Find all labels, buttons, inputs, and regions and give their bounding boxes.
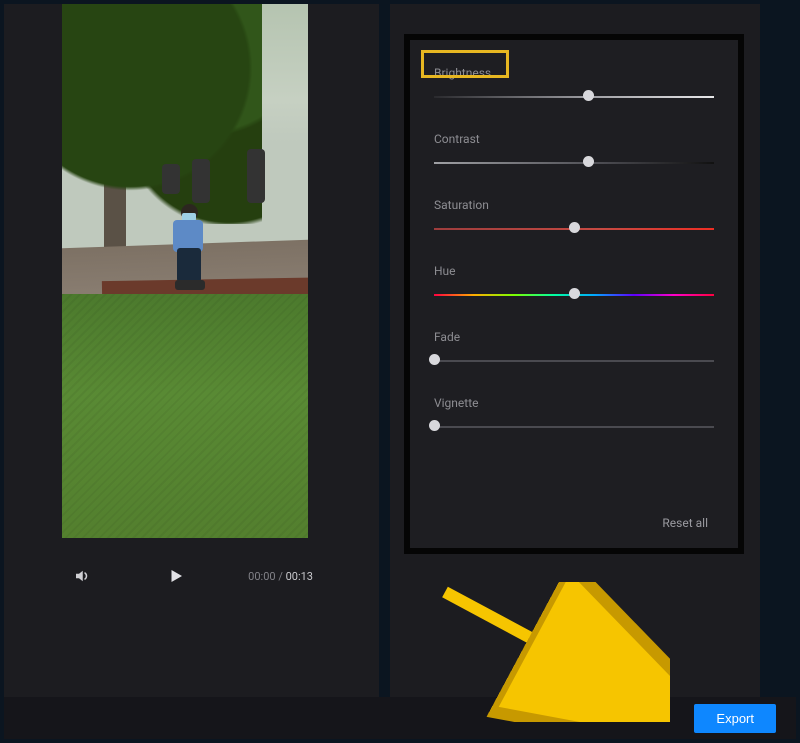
preview-panel: 00:00 / 00:13 xyxy=(4,4,379,697)
brightness-track xyxy=(434,96,714,98)
speaker-icon[interactable] xyxy=(70,564,94,588)
saturation-knob[interactable] xyxy=(569,222,580,233)
contrast-label: Contrast xyxy=(434,132,480,146)
vignette-slider[interactable] xyxy=(434,424,714,430)
player-controls: 00:00 / 00:13 xyxy=(62,564,321,588)
vignette-label: Vignette xyxy=(434,396,479,410)
brightness-knob[interactable] xyxy=(583,90,594,101)
adjustments-box: Brightness Contrast Saturation xyxy=(404,34,744,554)
hue-knob[interactable] xyxy=(569,288,580,299)
fade-slider[interactable] xyxy=(434,358,714,364)
export-button[interactable]: Export xyxy=(694,704,776,733)
fade-track xyxy=(434,360,714,362)
vignette-knob[interactable] xyxy=(429,420,440,431)
scene-figure xyxy=(162,164,180,194)
video-editor-screen: 00:00 / 00:13 Brightness Contrast xyxy=(0,0,800,743)
hue-control: Hue xyxy=(434,260,714,298)
vignette-control: Vignette xyxy=(434,392,714,430)
fade-label: Fade xyxy=(434,330,460,344)
vignette-track xyxy=(434,426,714,428)
video-preview[interactable] xyxy=(62,4,308,538)
brightness-control: Brightness xyxy=(434,62,714,100)
play-icon[interactable] xyxy=(164,564,188,588)
time-display: 00:00 / 00:13 xyxy=(248,570,313,583)
brightness-label: Brightness xyxy=(434,66,491,80)
brightness-slider[interactable] xyxy=(434,94,714,100)
scene-grass xyxy=(62,294,308,538)
saturation-slider[interactable] xyxy=(434,226,714,232)
contrast-slider[interactable] xyxy=(434,160,714,166)
scene-person-crouching xyxy=(167,204,213,294)
fade-control: Fade xyxy=(434,326,714,364)
contrast-control: Contrast xyxy=(434,128,714,166)
scene-figure xyxy=(247,149,265,203)
hue-slider[interactable] xyxy=(434,292,714,298)
hue-label: Hue xyxy=(434,264,456,278)
saturation-label: Saturation xyxy=(434,198,489,212)
total-duration: 00:13 xyxy=(286,570,313,583)
fade-knob[interactable] xyxy=(429,354,440,365)
scene-figure xyxy=(192,159,210,203)
current-time: 00:00 xyxy=(248,570,275,583)
bottom-bar: Export xyxy=(4,697,796,739)
contrast-knob[interactable] xyxy=(583,156,594,167)
saturation-control: Saturation xyxy=(434,194,714,232)
reset-all-button[interactable]: Reset all xyxy=(662,516,708,530)
adjustments-panel: Brightness Contrast Saturation xyxy=(390,4,760,697)
contrast-track xyxy=(434,162,714,164)
